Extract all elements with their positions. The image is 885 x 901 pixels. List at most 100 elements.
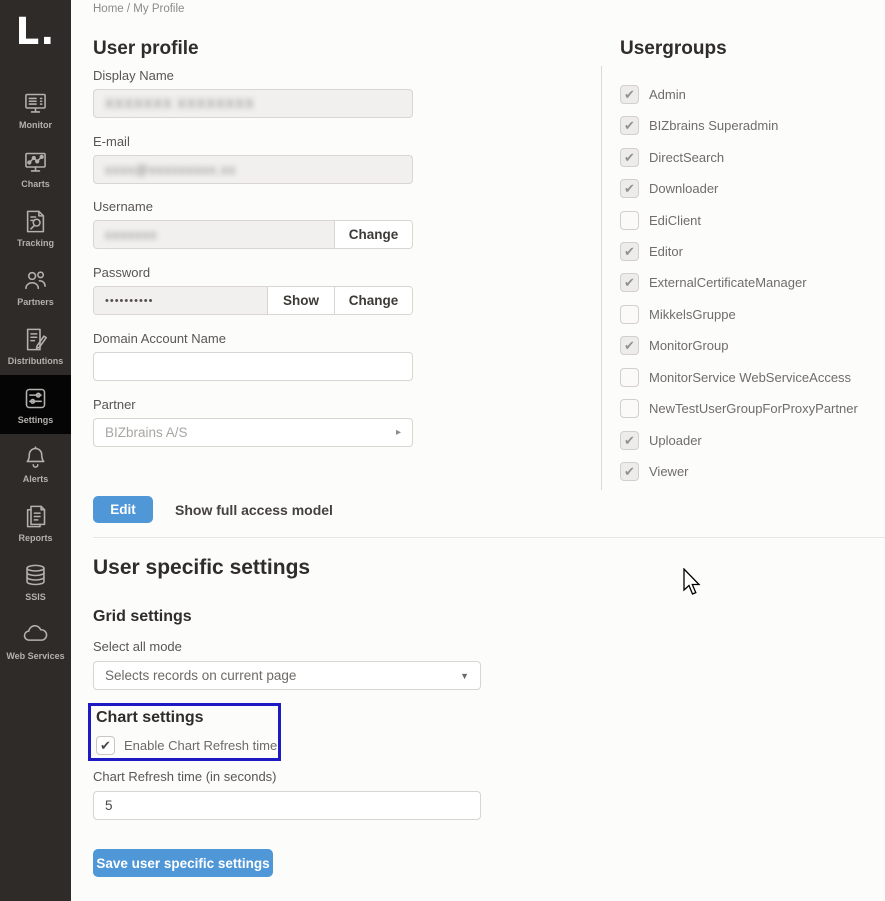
password-show-button[interactable]: Show — [268, 287, 335, 314]
domain-account-label: Domain Account Name — [93, 331, 226, 346]
username-field[interactable]: xxxxxxx — [94, 221, 335, 248]
sidebar-item-charts[interactable]: Charts — [0, 139, 71, 198]
usergroup-label: DirectSearch — [649, 150, 724, 165]
sidebar-label: Settings — [18, 415, 54, 425]
usergroup-row: ✔ Viewer — [620, 462, 689, 481]
breadcrumb: Home / My Profile — [93, 3, 184, 15]
grid-settings-title: Grid settings — [93, 608, 192, 626]
usergroup-row: ✔ ExternalCertificateManager — [620, 273, 807, 292]
checkbox-checked-icon[interactable]: ✔ — [620, 148, 639, 167]
chevron-down-icon: ▼ — [460, 671, 469, 681]
username-label: Username — [93, 199, 153, 214]
email-label: E-mail — [93, 134, 130, 149]
usergroup-label: MikkelsGruppe — [649, 307, 736, 322]
username-redacted-value: xxxxxxx — [105, 227, 158, 242]
tracking-icon — [22, 208, 49, 235]
usergroup-label: EdiClient — [649, 213, 701, 228]
ssis-icon — [22, 562, 49, 589]
select-all-mode-dropdown[interactable]: Selects records on current page ▼ — [93, 661, 481, 690]
reports-icon — [22, 503, 49, 530]
usergroup-row: ✔ NewTestUserGroupForProxyPartner — [620, 399, 858, 418]
checkbox-checked-icon[interactable]: ✔ — [96, 736, 115, 755]
usergroup-row: ✔ Admin — [620, 85, 686, 104]
checkbox-unchecked-icon[interactable]: ✔ — [620, 399, 639, 418]
email-field[interactable]: xxxx@xxxxxxxxx.xx — [93, 155, 413, 184]
usergroup-row: ✔ BIZbrains Superadmin — [620, 116, 778, 135]
monitor-icon — [22, 90, 49, 117]
select-all-mode-label: Select all mode — [93, 639, 182, 654]
email-redacted-value: xxxx@xxxxxxxxx.xx — [105, 162, 236, 177]
save-user-settings-button[interactable]: Save user specific settings — [93, 849, 273, 877]
sidebar-item-distributions[interactable]: Distributions — [0, 316, 71, 375]
password-group: •••••••••• Show Change — [93, 286, 413, 315]
usergroup-row: ✔ MonitorGroup — [620, 336, 728, 355]
edit-button[interactable]: Edit — [93, 496, 153, 523]
display-name-redacted-value: XXXXXXX XXXXXXXX — [105, 96, 255, 111]
usergroups-divider — [601, 66, 602, 490]
display-name-field[interactable]: XXXXXXX XXXXXXXX — [93, 89, 413, 118]
usergroup-label: MonitorService WebServiceAccess — [649, 370, 851, 385]
chart-refresh-time-input[interactable]: 5 — [93, 791, 481, 820]
chart-refresh-time-label: Chart Refresh time (in seconds) — [93, 769, 277, 784]
sidebar-label: Web Services — [6, 651, 64, 661]
checkbox-unchecked-icon[interactable]: ✔ — [620, 305, 639, 324]
sidebar-label: Partners — [17, 297, 54, 307]
show-full-access-link[interactable]: Show full access model — [175, 502, 333, 518]
sidebar-label: Tracking — [17, 238, 54, 248]
usergroup-label: ExternalCertificateManager — [649, 275, 807, 290]
usergroup-label: Uploader — [649, 433, 702, 448]
sidebar-item-reports[interactable]: Reports — [0, 493, 71, 552]
app-logo: L. — [0, 10, 71, 53]
checkbox-checked-icon[interactable]: ✔ — [620, 179, 639, 198]
alerts-icon — [22, 444, 49, 471]
username-group: xxxxxxx Change — [93, 220, 413, 249]
mouse-cursor-icon — [683, 568, 702, 603]
page-title: User profile — [93, 38, 199, 60]
checkbox-checked-icon[interactable]: ✔ — [620, 273, 639, 292]
app-root: L. Monitor — [0, 0, 885, 901]
sidebar-item-partners[interactable]: Partners — [0, 257, 71, 316]
checkbox-checked-icon[interactable]: ✔ — [620, 336, 639, 355]
domain-account-field[interactable] — [93, 352, 413, 381]
checkbox-checked-icon[interactable]: ✔ — [620, 431, 639, 450]
breadcrumb-home[interactable]: Home — [93, 3, 124, 15]
usergroups-title: Usergroups — [620, 38, 727, 60]
usergroup-row: ✔ Downloader — [620, 179, 718, 198]
sidebar-item-monitor[interactable]: Monitor — [0, 80, 71, 139]
partners-icon — [22, 267, 49, 294]
partner-value: BIZbrains A/S — [105, 425, 188, 440]
partner-select[interactable]: BIZbrains A/S ▸ — [93, 418, 413, 447]
checkbox-unchecked-icon[interactable]: ✔ — [620, 211, 639, 230]
sidebar-label: Monitor — [19, 120, 52, 130]
display-name-label: Display Name — [93, 68, 174, 83]
sidebar-item-ssis[interactable]: SSIS — [0, 552, 71, 611]
web-services-icon — [22, 621, 49, 648]
checkbox-checked-icon[interactable]: ✔ — [620, 85, 639, 104]
enable-chart-refresh-row: ✔ Enable Chart Refresh time — [96, 736, 277, 755]
checkbox-checked-icon[interactable]: ✔ — [620, 116, 639, 135]
checkbox-checked-icon[interactable]: ✔ — [620, 242, 639, 261]
usergroup-label: Viewer — [649, 464, 689, 479]
enable-chart-refresh-label: Enable Chart Refresh time — [124, 738, 277, 753]
checkbox-checked-icon[interactable]: ✔ — [620, 462, 639, 481]
usergroup-row: ✔ MonitorService WebServiceAccess — [620, 368, 851, 387]
sidebar-item-alerts[interactable]: Alerts — [0, 434, 71, 493]
username-change-button[interactable]: Change — [335, 221, 412, 248]
sidebar-item-settings[interactable]: Settings — [0, 375, 71, 434]
sidebar-item-web-services[interactable]: Web Services — [0, 611, 71, 670]
sidebar-label: Charts — [21, 179, 50, 189]
user-specific-settings-title: User specific settings — [93, 556, 310, 580]
select-all-mode-value: Selects records on current page — [105, 668, 296, 683]
sidebar-item-tracking[interactable]: Tracking — [0, 198, 71, 257]
usergroup-row: ✔ DirectSearch — [620, 148, 724, 167]
distributions-icon — [22, 326, 49, 353]
checkbox-unchecked-icon[interactable]: ✔ — [620, 368, 639, 387]
sidebar-label: Reports — [18, 533, 52, 543]
password-change-button[interactable]: Change — [335, 287, 412, 314]
charts-icon — [22, 149, 49, 176]
password-field[interactable]: •••••••••• — [94, 287, 268, 314]
usergroup-label: Editor — [649, 244, 683, 259]
usergroup-label: NewTestUserGroupForProxyPartner — [649, 401, 858, 416]
usergroup-row: ✔ EdiClient — [620, 211, 701, 230]
sidebar-label: SSIS — [25, 592, 46, 602]
